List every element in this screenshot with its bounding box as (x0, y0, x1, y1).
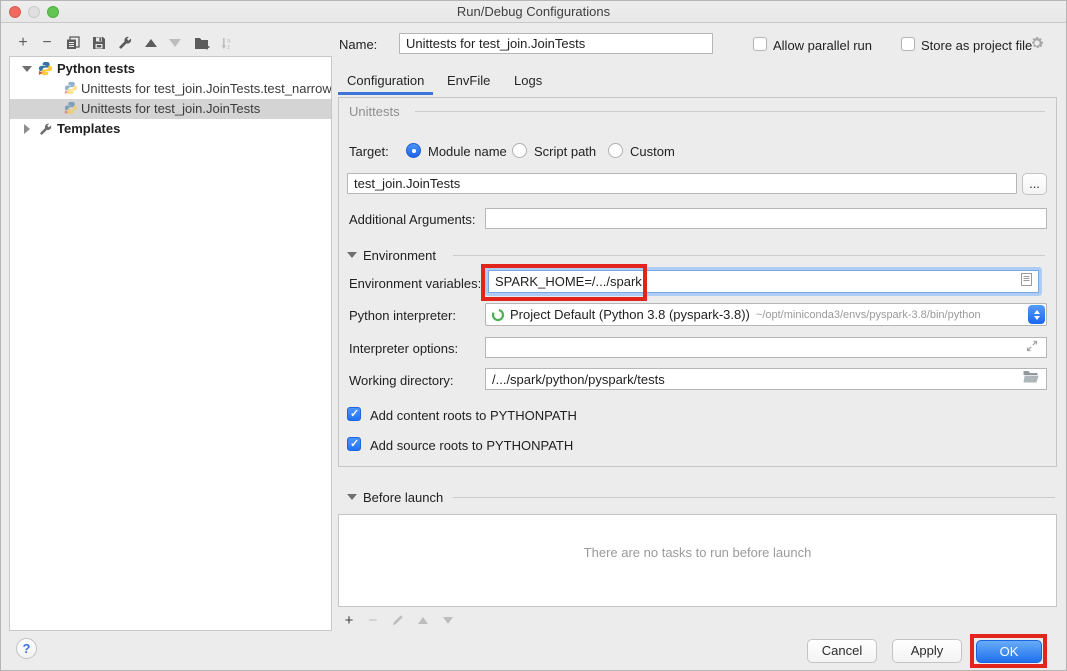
chevron-collapsed-icon[interactable] (24, 124, 30, 134)
move-down-icon (169, 39, 181, 47)
add-configuration-button[interactable]: + (13, 34, 33, 52)
tree-group-templates[interactable]: Templates (10, 119, 331, 139)
python-interpreter-path: ~/opt/miniconda3/envs/pyspark-3.8/bin/py… (756, 309, 981, 321)
tree-item-label[interactable]: Unittests for test_join.JoinTests (81, 101, 260, 116)
python-tests-icon (38, 61, 53, 79)
python-interpreter-label: Python interpreter: (349, 308, 456, 323)
store-as-project-file-label[interactable]: Store as project file (921, 38, 1032, 53)
before-launch-task-list: There are no tasks to run before launch (338, 514, 1057, 607)
edit-task-button (389, 612, 407, 628)
expand-field-icon[interactable] (1026, 339, 1038, 357)
store-settings-gear-icon[interactable] (1029, 35, 1045, 56)
configurations-tree: Python tests Unittests for test_join.Joi… (9, 56, 332, 631)
pencil-icon (392, 614, 404, 626)
tree-item-label[interactable]: Unittests for test_join.JoinTests.test_n… (81, 81, 331, 96)
target-custom-radio[interactable] (608, 143, 623, 158)
tab-envfile[interactable]: EnvFile (447, 73, 490, 88)
additional-arguments-label: Additional Arguments: (349, 212, 475, 227)
interpreter-options-label: Interpreter options: (349, 341, 458, 356)
store-as-project-file-checkbox[interactable] (901, 37, 915, 51)
move-task-down-button (439, 612, 457, 628)
target-label: Target: (349, 144, 389, 159)
allow-parallel-run-checkbox[interactable] (753, 37, 767, 51)
save-icon (92, 36, 106, 50)
env-vars-list-icon[interactable] (1021, 273, 1032, 291)
move-up-button[interactable] (141, 34, 161, 52)
before-launch-collapse-icon[interactable] (347, 494, 357, 500)
move-down-button[interactable] (165, 34, 185, 52)
section-divider (415, 111, 1045, 112)
name-label: Name: (339, 37, 377, 52)
unittests-section-title: Unittests (349, 104, 400, 119)
target-module-name-label[interactable]: Module name (428, 144, 507, 159)
target-module-input[interactable] (347, 173, 1017, 194)
chevron-expanded-icon[interactable] (22, 66, 32, 72)
remove-configuration-button[interactable]: − (37, 34, 57, 52)
add-task-button[interactable]: + (340, 612, 358, 628)
add-content-roots-checkbox[interactable] (347, 407, 361, 421)
before-launch-empty-message: There are no tasks to run before launch (339, 545, 1056, 560)
tree-templates-label[interactable]: Templates (57, 121, 120, 136)
select-stepper-icon[interactable] (1028, 305, 1045, 324)
environment-variables-label: Environment variables: (349, 276, 481, 291)
apply-button[interactable]: Apply (892, 639, 962, 663)
move-task-up-button (414, 612, 432, 628)
python-test-icon (64, 101, 78, 118)
save-configuration-button[interactable] (89, 34, 109, 52)
add-source-roots-label[interactable]: Add source roots to PYTHONPATH (370, 438, 573, 453)
python-interpreter-select[interactable]: Project Default (Python 3.8 (pyspark-3.8… (485, 303, 1047, 326)
tab-configuration[interactable]: Configuration (347, 73, 424, 88)
tab-logs[interactable]: Logs (514, 73, 542, 88)
python-interpreter-value: Project Default (Python 3.8 (pyspark-3.8… (510, 307, 750, 322)
tree-group-python-tests[interactable]: Python tests (10, 59, 331, 79)
working-directory-label: Working directory: (349, 373, 454, 388)
copy-icon (66, 36, 80, 50)
add-content-roots-label[interactable]: Add content roots to PYTHONPATH (370, 408, 577, 423)
wrench-icon (118, 36, 132, 50)
section-divider (453, 255, 1045, 256)
new-folder-icon (194, 36, 210, 50)
browse-target-button[interactable]: ... (1022, 173, 1047, 195)
target-module-name-radio[interactable] (406, 143, 421, 158)
additional-arguments-input[interactable] (485, 208, 1047, 229)
section-divider (453, 497, 1055, 498)
before-launch-section-title[interactable]: Before launch (363, 490, 443, 505)
conda-env-icon (491, 308, 505, 322)
tree-item-jointests-selected[interactable]: Unittests for test_join.JoinTests (10, 99, 331, 119)
interpreter-options-input[interactable] (485, 337, 1047, 358)
working-directory-value: /.../spark/python/pyspark/tests (492, 372, 665, 387)
svg-text:z: z (227, 44, 230, 50)
target-custom-label[interactable]: Custom (630, 144, 675, 159)
run-debug-configurations-dialog: Run/Debug Configurations + − az Python t… (0, 0, 1067, 671)
target-script-path-label[interactable]: Script path (534, 144, 596, 159)
edit-templates-button[interactable] (115, 34, 135, 52)
annotation-env-variables-highlight (481, 264, 647, 301)
remove-task-button: − (364, 612, 382, 628)
sort-configurations-button: az (217, 34, 237, 52)
move-up-icon (145, 39, 157, 47)
python-test-icon (64, 81, 78, 98)
allow-parallel-run-label[interactable]: Allow parallel run (773, 38, 872, 53)
browse-folder-icon[interactable] (1023, 370, 1039, 388)
cancel-button[interactable]: Cancel (807, 639, 877, 663)
templates-wrench-icon (39, 123, 52, 139)
environment-section-title[interactable]: Environment (363, 248, 436, 263)
working-directory-input[interactable]: /.../spark/python/pyspark/tests (485, 368, 1047, 390)
target-script-path-radio[interactable] (512, 143, 527, 158)
copy-configuration-button[interactable] (63, 34, 83, 52)
environment-section-collapse-icon[interactable] (347, 252, 357, 258)
tree-item-test-narrow[interactable]: Unittests for test_join.JoinTests.test_n… (10, 79, 331, 99)
sort-az-icon: az (220, 36, 234, 50)
help-button[interactable]: ? (16, 638, 37, 659)
titlebar: Run/Debug Configurations (1, 1, 1066, 23)
annotation-ok-button-highlight (970, 634, 1047, 668)
tree-group-label[interactable]: Python tests (57, 61, 135, 76)
name-input[interactable] (399, 33, 713, 54)
active-tab-indicator (338, 92, 433, 95)
new-folder-button[interactable] (192, 34, 212, 52)
add-source-roots-checkbox[interactable] (347, 437, 361, 451)
window-title: Run/Debug Configurations (1, 4, 1066, 19)
